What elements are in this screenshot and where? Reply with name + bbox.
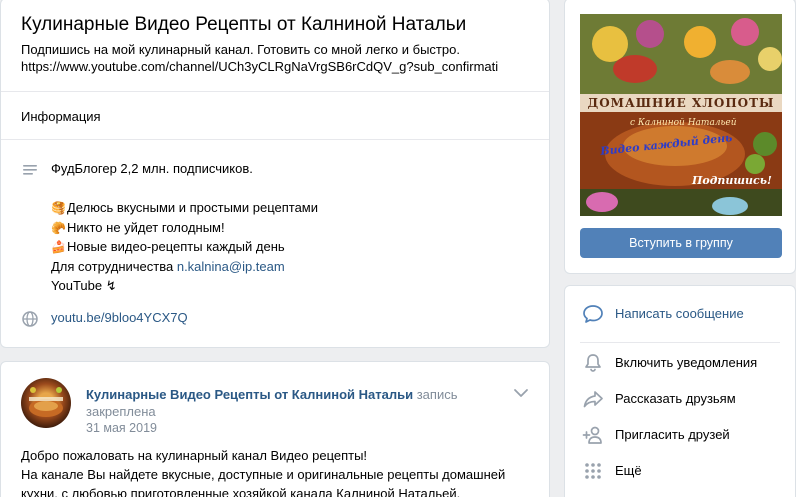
cover-subtitle: с Калниной Натальей (630, 118, 737, 128)
pancakes-icon: 🥞 (51, 201, 66, 215)
post-text-line: Добро пожаловать на кулинарный канал Вид… (21, 448, 368, 463)
action-label: Написать сообщение (615, 306, 744, 321)
write-message-button[interactable]: Написать сообщение (565, 296, 795, 332)
post-text-line: На канале Вы найдете вкусные, доступные … (21, 467, 506, 482)
croissant-icon: 🥐 (51, 220, 66, 235)
info-header: Информация (21, 109, 101, 124)
description-block: ФудБлогер 2,2 млн. подписчиков. 🥞Делюсь … (21, 159, 531, 299)
group-info-card: Кулинарные Видео Рецепты от Калниной Нат… (0, 0, 550, 348)
description-line: Для сотрудничества n.kalnina@ip.team (51, 258, 285, 274)
description-line: 🥐Никто не уйдет голодным! (51, 218, 531, 238)
cover-title: ДОМАШНИЕ ХЛОПОТЫ (587, 96, 775, 110)
email-link[interactable]: n.kalnina@ip.team (177, 259, 285, 274)
avatar[interactable] (21, 378, 71, 428)
group-status-line: Подпишись на мой кулинарный канал. Готов… (21, 42, 460, 57)
chevron-down-icon[interactable] (513, 388, 529, 398)
action-label: Пригласить друзей (615, 427, 730, 442)
join-group-button[interactable]: Вступить в группу (580, 228, 782, 258)
group-cover-card: ДОМАШНИЕ ХЛОПОТЫ с Калниной Натальей Вид… (564, 0, 796, 274)
group-actions-card: Написать сообщение Включить уведомления … (564, 285, 796, 497)
share-button[interactable]: Рассказать друзьям (565, 381, 795, 417)
website-row: youtu.be/9bloo4YCX7Q (21, 308, 531, 328)
enable-notifications-button[interactable]: Включить уведомления (565, 345, 795, 381)
post-date[interactable]: 31 мая 2019 (86, 421, 157, 435)
description-line: ФудБлогер 2,2 млн. подписчиков. (51, 161, 253, 176)
action-label: Включить уведомления (615, 355, 758, 370)
description-line: 🥞Делюсь вкусными и простыми рецептами (51, 198, 531, 218)
add-user-icon (582, 426, 602, 444)
cake-icon: 🍰 (51, 240, 66, 254)
group-status: Подпишись на мой кулинарный канал. Готов… (21, 41, 531, 75)
action-label: Ещё (615, 463, 642, 478)
cover-cta: Подпишись! (692, 174, 772, 187)
globe-icon (22, 311, 38, 327)
divider (1, 91, 549, 92)
pinned-post: Кулинарные Видео Рецепты от Калниной Нат… (0, 361, 550, 497)
post-author-link[interactable]: Кулинарные Видео Рецепты от Калниной Нат… (86, 387, 413, 402)
more-button[interactable]: Ещё (565, 453, 795, 489)
post-text-line: кухни, с любовью приготовленные хозяйкой… (21, 486, 461, 497)
website-link[interactable]: youtu.be/9bloo4YCX7Q (51, 310, 188, 325)
divider (580, 342, 780, 343)
share-arrow-icon (583, 391, 603, 408)
bell-icon (585, 354, 601, 372)
group-status-link[interactable]: https://www.youtube.com/channel/UCh3yCLR… (21, 58, 531, 75)
invite-friends-button[interactable]: Пригласить друзей (565, 417, 795, 453)
description-line: 🍰Новые видео-рецепты каждый день (51, 237, 531, 257)
action-label: Рассказать друзьям (615, 391, 736, 406)
group-title: Кулинарные Видео Рецепты от Калниной Нат… (21, 14, 467, 35)
text-lines-icon (23, 165, 37, 175)
more-dots-icon (585, 463, 601, 479)
message-icon (583, 305, 603, 323)
divider (1, 139, 549, 140)
description-line: YouTube ↯ (51, 278, 117, 293)
group-cover-image[interactable]: ДОМАШНИЕ ХЛОПОТЫ с Калниной Натальей Вид… (580, 14, 782, 216)
post-text: Добро пожаловать на кулинарный канал Вид… (21, 446, 531, 497)
